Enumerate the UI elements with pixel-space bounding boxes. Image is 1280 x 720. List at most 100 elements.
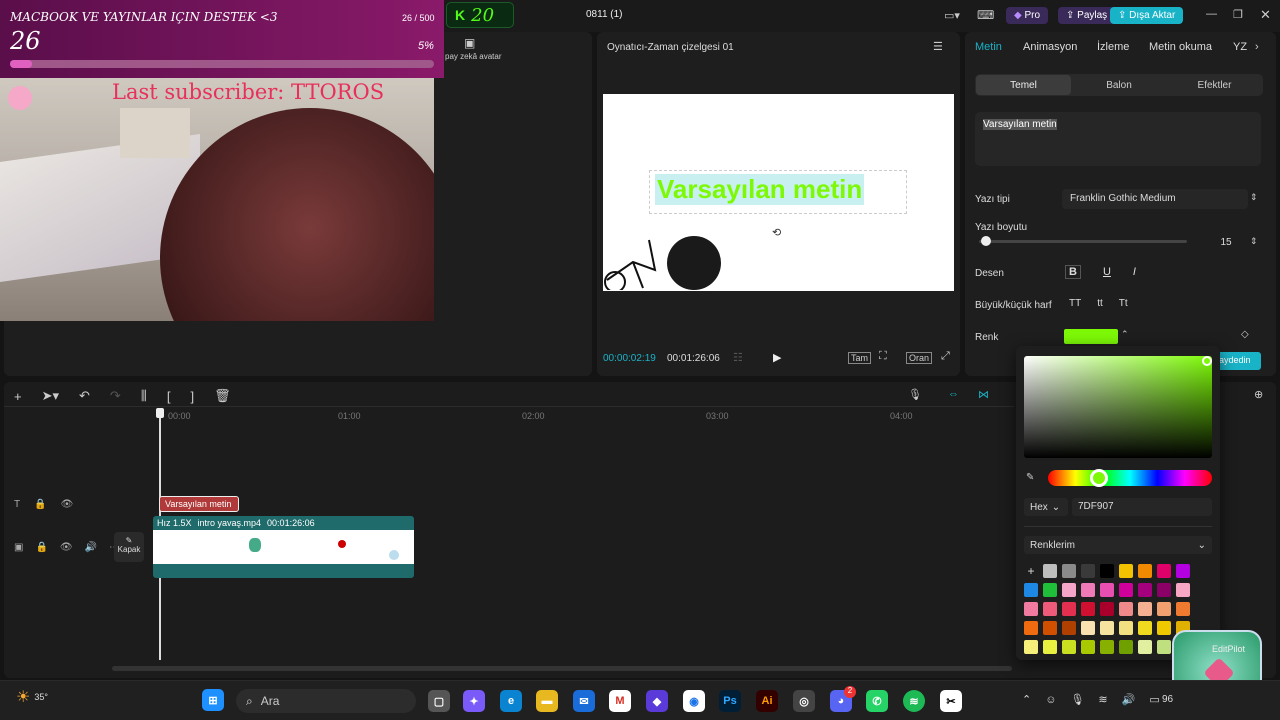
delete-icon[interactable]: 🗑 [214,388,231,404]
color-swatch[interactable] [1119,583,1133,597]
weather-widget[interactable]: ☀ 35° [16,687,48,707]
color-swatch[interactable] [1062,583,1076,597]
italic-icon[interactable]: I [1133,266,1136,278]
hue-slider[interactable] [1048,470,1212,486]
full-button[interactable]: Tam [848,352,872,364]
format-select[interactable]: Hex ⌄ [1024,498,1068,516]
color-swatch[interactable] [1043,564,1057,578]
color-swatch[interactable] [1157,583,1171,597]
color-swatch[interactable] [1100,564,1114,578]
gmail-icon[interactable]: M [609,690,631,712]
share-button[interactable]: ⇪ Paylaş [1058,7,1116,24]
chrome-icon[interactable]: ◉ [683,690,705,712]
hue-handle[interactable] [1090,469,1108,487]
case-title-button[interactable]: Tt [1119,298,1128,309]
color-swatch[interactable] [1100,583,1114,597]
timeline-scrollbar[interactable] [112,666,1012,671]
color-swatch[interactable] [1138,602,1152,616]
color-swatch[interactable] [1024,602,1038,616]
size-slider[interactable] [979,236,1187,246]
spotify-icon[interactable]: ≋ [903,690,925,712]
photoshop-icon[interactable]: Ps [719,690,741,712]
edge-icon[interactable]: e [500,690,522,712]
pro-button[interactable]: ◆ Pro [1006,7,1049,24]
text-input-value[interactable]: Varsayılan metin [983,119,1057,130]
play-icon[interactable]: ▶ [773,351,781,364]
color-swatch[interactable] [1138,640,1152,654]
underline-icon[interactable]: U [1103,266,1111,278]
wifi-icon[interactable]: ≋ [1098,693,1107,706]
undo-icon[interactable]: ↶ [79,388,90,404]
color-swatch[interactable] [1081,640,1095,654]
ratio-button[interactable]: Oran [906,352,933,364]
color-swatch[interactable] [1157,640,1171,654]
battery-icon[interactable]: ▭ [1149,693,1159,706]
color-swatch[interactable] [1062,621,1076,635]
video-clip[interactable]: Hız 1.5X intro yavaş.mp4 00:01:26:06 [153,516,414,578]
subtab-bubble[interactable]: Balon [1071,75,1167,95]
color-swatch[interactable] [1024,640,1038,654]
tray-app-icon[interactable]: ☺ [1045,694,1056,706]
link-icon[interactable]: ⇔ [948,388,959,400]
preview-canvas[interactable]: Varsayılan metin ⟲ [603,94,954,291]
font-select[interactable]: Franklin Gothic Medium [1062,189,1248,209]
tab-text[interactable]: Metin [975,41,1023,53]
taskbar-search[interactable]: ⌕ Ara [236,689,416,713]
copilot-icon[interactable]: ✦ [463,690,485,712]
zoom-icon[interactable]: ⊕ [1254,388,1263,401]
color-swatch[interactable] [1081,602,1095,616]
lock-icon[interactable]: 🔒 [35,542,47,553]
color-swatch[interactable] [1043,640,1057,654]
rotate-icon[interactable]: ⟲ [772,226,781,239]
cover-button[interactable]: ✎ Kapak [114,532,144,562]
ai-avatar-label[interactable]: pay zekâ avatar [445,52,501,61]
redo-icon[interactable]: ↷ [110,388,121,404]
export-button[interactable]: ⇪ Dışa Aktar [1110,7,1184,24]
color-swatch[interactable] [1119,564,1133,578]
preview-text[interactable]: Varsayılan metin [655,174,865,205]
color-swatch-button[interactable] [1064,329,1118,344]
eye-icon[interactable]: 👁 [61,499,74,510]
color-swatch[interactable] [1157,564,1171,578]
bold-icon[interactable]: B [1065,265,1081,279]
playhead-handle[interactable] [156,408,164,418]
color-swatch[interactable] [1043,602,1057,616]
lock-icon[interactable]: 🔒 [34,499,46,510]
saturation-handle[interactable] [1202,356,1212,366]
size-stepper-icon[interactable]: ⇕ [1250,236,1258,247]
magnet-icon[interactable]: ⋈ [978,388,989,401]
color-swatch[interactable] [1043,621,1057,635]
close-icon[interactable]: ✕ [1260,7,1271,23]
color-swatch[interactable] [1138,564,1152,578]
restore-icon[interactable]: ❐ [1233,8,1243,21]
minimize-icon[interactable]: — [1206,8,1217,20]
outlook-icon[interactable]: ✉ [573,690,595,712]
app-icon[interactable]: ◆ [646,690,668,712]
font-stepper-icon[interactable]: ⇕ [1250,192,1258,203]
color-swatch[interactable] [1176,583,1190,597]
color-swatch[interactable] [1062,564,1076,578]
size-slider-thumb[interactable] [981,236,991,246]
text-input[interactable]: Varsayılan metin [975,112,1261,166]
microphone-icon[interactable]: 🎙 [908,388,922,401]
add-color-icon[interactable]: + [1024,564,1038,578]
split-icon[interactable]: ⫼ [141,388,147,404]
color-swatch[interactable] [1043,583,1057,597]
screenshot-icon[interactable]: ⛶ [879,350,887,363]
trim-right-icon[interactable]: ] [190,389,194,404]
color-swatch[interactable] [1176,602,1190,616]
saturation-area[interactable] [1024,356,1212,458]
keyboard-icon[interactable]: ⌨ [977,8,994,22]
color-swatch[interactable] [1157,621,1171,635]
capcut-icon[interactable]: ✂ [940,690,962,712]
windows-start-icon[interactable]: ⊞ [202,689,224,711]
tab-animation[interactable]: Animasyon [1023,41,1097,53]
color-swatch[interactable] [1081,564,1095,578]
illustrator-icon[interactable]: Ai [756,690,778,712]
case-upper-button[interactable]: TT [1069,298,1081,309]
volume-icon[interactable]: 🔊 [1122,693,1136,706]
cursor-icon[interactable]: ➤▾ [42,388,59,404]
add-icon[interactable]: + [14,389,22,404]
eye-icon[interactable]: 👁 [60,542,73,553]
hex-input[interactable]: 7DF907 [1072,498,1212,516]
